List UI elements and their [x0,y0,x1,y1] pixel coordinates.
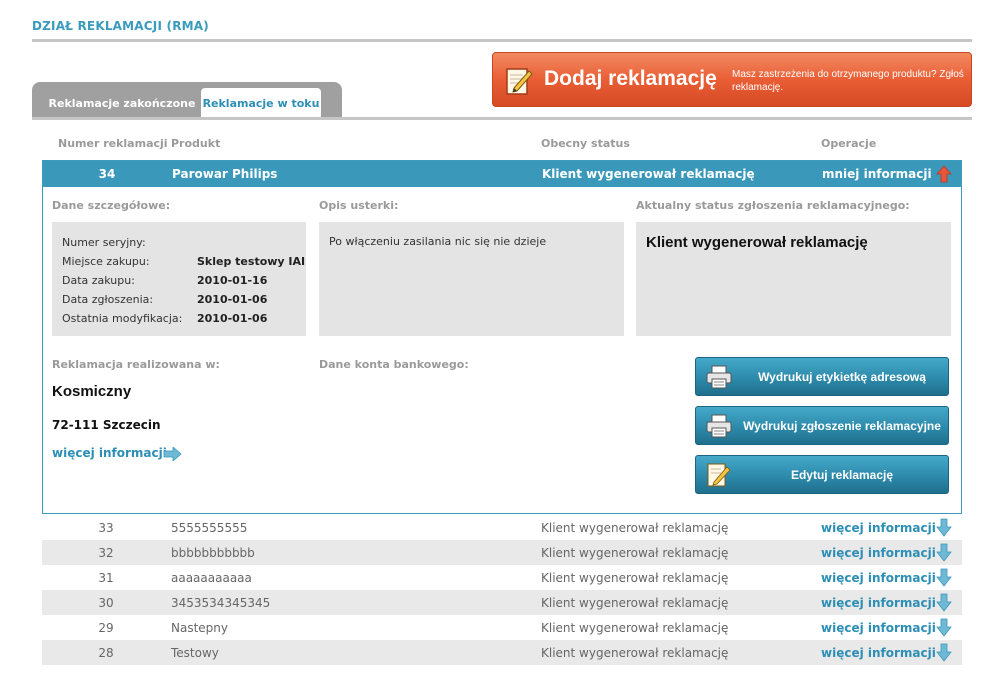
defect-text: Po włączeniu zasilania nic się nie dziej… [329,235,547,248]
service-city: 72-111 Szczecin [52,418,161,432]
details-box: Numer seryjny: Miejsce zakupu: Sklep test… [52,222,306,336]
add-claim-button[interactable]: Dodaj reklamację Masz zastrzeżenia do ot… [492,52,972,107]
row-more-info-link[interactable]: więcej informacji [821,646,936,660]
table-row: 32 bbbbbbbbbbb Klient wygenerował reklam… [42,540,962,565]
arrow-up-icon[interactable] [936,165,952,183]
bank-label: Dane konta bankowego: [319,358,469,371]
row-number: 30 [98,596,114,610]
printer-icon [706,365,732,389]
tabs-divider [32,117,972,120]
row-number: 31 [98,571,114,585]
realized-label: Reklamacja realizowana w: [52,358,220,371]
column-header-product: Produkt [171,137,221,150]
row-product: 5555555555 [171,521,248,535]
more-info-link[interactable]: więcej informacji [52,446,167,460]
row-more-info-link[interactable]: więcej informacji [821,571,936,585]
tab-completed-claims[interactable]: Reklamacje zakończone [42,88,202,119]
current-status-text: Klient wygenerował reklamację [646,234,868,251]
defect-box: Po włączeniu zasilania nic się nie dziej… [319,222,624,336]
row-product: Testowy [171,646,219,660]
arrow-down-icon[interactable] [936,518,952,537]
detail-last-modified: Ostatnia modyfikacja: 2010-01-06 [62,312,268,325]
print-address-label-button[interactable]: Wydrukuj etykietkę adresową [695,357,949,396]
table-row: 28 Testowy Klient wygenerował reklamację… [42,640,962,665]
row-status: Klient wygenerował reklamację [541,571,729,585]
row-product: bbbbbbbbbbb [171,546,255,560]
current-status-box: Klient wygenerował reklamację [636,222,951,336]
edit-claim-button[interactable]: Edytuj reklamację [695,455,949,494]
detail-purchase-place: Miejsce zakupu: Sklep testowy IAI [62,255,306,268]
row-more-info-link[interactable]: więcej informacji [821,546,936,560]
row-number: 29 [98,621,114,635]
arrow-down-icon[interactable] [936,593,952,612]
row-status: Klient wygenerował reklamację [541,621,729,635]
table-row: 30 3453534345345 Klient wygenerował rekl… [42,590,962,615]
expanded-claim: 34 Parowar Philips Klient wygenerował re… [42,160,962,514]
row-number: 28 [98,646,114,660]
print-claim-text: Wydrukuj zgłoszenie reklamacyjne [743,419,941,433]
edit-claim-text: Edytuj reklamację [790,468,894,482]
table-row: 31 aaaaaaaaaaa Klient wygenerował reklam… [42,565,962,590]
print-claim-button[interactable]: Wydrukuj zgłoszenie reklamacyjne [695,406,949,445]
detail-serial-number: Numer seryjny: [62,236,146,249]
column-header-status: Obecny status [541,137,630,150]
row-more-info-link[interactable]: więcej informacji [821,521,936,535]
row-product: 3453534345345 [171,596,271,610]
details-label: Dane szczegółowe: [52,199,171,212]
expanded-claim-header: 34 Parowar Philips Klient wygenerował re… [43,161,961,187]
table-row: 29 Nastepny Klient wygenerował reklamacj… [42,615,962,640]
arrow-down-icon[interactable] [936,543,952,562]
row-status: Klient wygenerował reklamację [541,546,729,560]
printer-icon [706,414,732,438]
arrow-right-icon[interactable] [163,447,182,461]
edit-document-icon [707,463,731,487]
row-status: Klient wygenerował reklamację [541,646,729,660]
arrow-down-icon[interactable] [936,618,952,637]
row-status: Klient wygenerował reklamację [541,596,729,610]
add-claim-description: Masz zastrzeżenia do otrzymanego produkt… [732,69,964,93]
row-number: 33 [98,521,114,535]
arrow-down-icon[interactable] [936,643,952,662]
service-name: Kosmiczny [52,383,132,400]
row-status: Klient wygenerował reklamację [541,521,729,535]
claim-status: Klient wygenerował reklamację [542,167,755,181]
tab-bar: Reklamacje zakończone Reklamacje w toku [32,82,342,119]
table-row: 33 5555555555 Klient wygenerował reklama… [42,515,962,540]
row-product: aaaaaaaaaaa [171,571,252,585]
row-more-info-link[interactable]: więcej informacji [821,621,936,635]
claim-number: 34 [98,167,116,181]
detail-report-date: Data zgłoszenia: 2010-01-06 [62,293,268,306]
detail-purchase-date: Data zakupu: 2010-01-16 [62,274,268,287]
column-header-operations: Operacje [821,137,877,150]
less-info-link[interactable]: mniej informacji [822,167,932,181]
current-status-label: Aktualny status zgłoszenia reklamacyjneg… [636,199,910,212]
header-divider [32,39,972,42]
arrow-down-icon[interactable] [936,568,952,587]
claim-product: Parowar Philips [172,167,278,181]
row-product: Nastepny [171,621,228,635]
row-more-info-link[interactable]: więcej informacji [821,596,936,610]
tab-claims-in-progress[interactable]: Reklamacje w toku [201,88,321,119]
page-title: DZIAŁ REKLAMACJI (RMA) [32,19,209,33]
row-number: 32 [98,546,114,560]
column-header-number: Numer reklamacji [58,137,168,150]
add-claim-label: Dodaj reklamację [544,67,717,90]
edit-document-icon [506,68,533,95]
defect-label: Opis usterki: [319,199,399,212]
print-address-label-text: Wydrukuj etykietkę adresową [758,370,926,384]
